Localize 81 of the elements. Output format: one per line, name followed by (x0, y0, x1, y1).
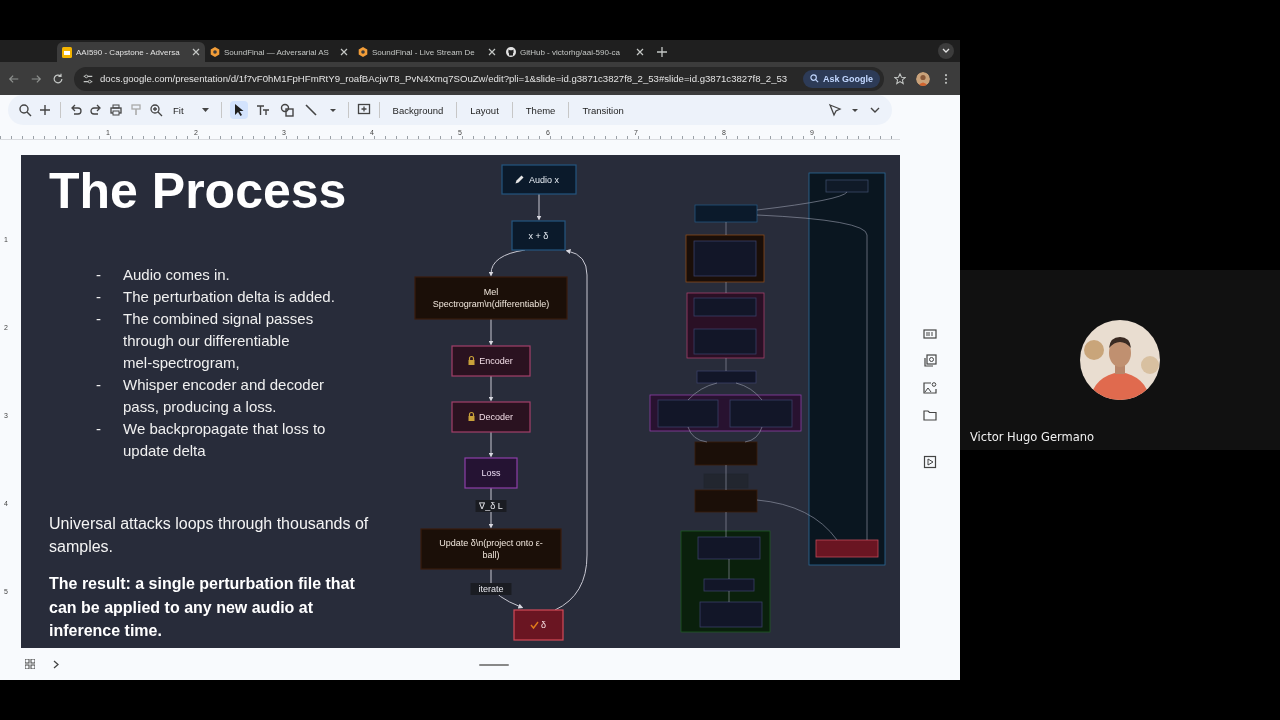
pencil-icon (515, 175, 524, 184)
plus-icon[interactable] (38, 103, 52, 117)
browser-tab[interactable]: SoundFinal - Live Stream De (353, 42, 501, 62)
bullet-dash: - (96, 287, 102, 307)
grid-icon[interactable] (25, 659, 35, 669)
slide-title: The Process (49, 163, 348, 219)
node-label: Audio x (529, 174, 559, 185)
ask-google-button[interactable]: Ask Google (803, 69, 880, 88)
bullet-text: The perturbation delta is added. (123, 287, 336, 307)
play-icon[interactable] (923, 455, 937, 469)
toolbar-menu-item[interactable]: Layout (465, 102, 504, 118)
browser-tab[interactable]: GitHub - victorhg/aai-590-ca (501, 42, 649, 62)
image-icon[interactable] (923, 381, 937, 395)
shapes-icon (279, 103, 294, 117)
line-icon (303, 103, 318, 117)
close-icon[interactable] (488, 48, 496, 56)
flowchart-node (513, 609, 564, 641)
hexagon-icon (358, 47, 368, 57)
star-icon[interactable] (894, 72, 906, 85)
browser-tab[interactable]: SoundFinal — Adversarial AS (205, 42, 353, 62)
toolbar-menu-item[interactable]: Theme (520, 102, 561, 118)
connector-arrow (488, 375, 494, 402)
card-icon[interactable] (923, 327, 937, 341)
slide-paragraph: Universal attacks loops through thousands of samples. (49, 514, 370, 557)
text-box-icon (255, 103, 270, 117)
node-label: Loss (481, 468, 501, 478)
node-label: Update δ\n(project onto ε- ball) (439, 538, 543, 560)
back-icon[interactable] (8, 72, 20, 85)
node-label: x + δ (528, 230, 549, 241)
hexagon-icon (210, 47, 220, 57)
forward-icon[interactable] (30, 72, 42, 85)
bullet-dash: - (96, 309, 102, 329)
node-label: Encoder (479, 356, 513, 366)
toolbar-menu-item[interactable]: Transition (577, 102, 629, 118)
slides-icon (62, 46, 72, 58)
comment-add-icon[interactable] (356, 103, 371, 117)
node-label: δ (541, 620, 546, 630)
connector-arrow (488, 431, 494, 458)
folder-icon[interactable] (923, 408, 937, 422)
search-icon (810, 74, 819, 83)
browser-tab[interactable]: AAI590 - Capstone - Adversa (57, 42, 205, 62)
site-info-icon[interactable] (82, 72, 94, 85)
flowchart-node (511, 220, 566, 251)
bullet-dash: - (96, 419, 102, 439)
bullet-text: We backpropagate that loss to update delta (123, 419, 327, 461)
participant-name: Victor Hugo Germano (970, 430, 1095, 444)
zoom-dropdown[interactable]: Fit (169, 102, 213, 118)
close-icon[interactable] (636, 48, 644, 56)
bullet-text: Audio comes in. (123, 265, 231, 285)
toolbar-menu-item[interactable]: Background (387, 102, 449, 118)
bullet-dash: - (96, 265, 102, 285)
edge-label: ∇_δ L (475, 500, 507, 512)
edge-label: iterate (470, 583, 512, 595)
connector-arrow (536, 193, 542, 221)
redo-icon[interactable] (89, 103, 103, 117)
bullet-text: Whisper encoder and decoder pass, producing a loss. (123, 375, 325, 417)
connector-arrow (488, 318, 494, 346)
lock-icon (468, 355, 475, 365)
reload-icon[interactable] (52, 72, 64, 85)
url-text[interactable]: docs.google.com/presentation/d/1f7vF0hM1FpHFmRtY9_roafBAcjwT8_PvN4Xmq7SOuZw/edit?pli=1&slide=id.g3871c3827f8_2_53#slide=id.g3871c3827f8_2_53 (100, 73, 797, 84)
chevron-icon[interactable] (53, 659, 59, 669)
close-icon[interactable] (340, 48, 348, 56)
flowchart-node (464, 457, 518, 489)
caret-icon (201, 107, 209, 113)
zoom-icon[interactable] (149, 103, 163, 117)
result-text: The result: a single perturbation file that can be applied to any new audio at inference time. (49, 574, 356, 641)
node-label: Decoder (479, 412, 513, 422)
bullet-dash: - (96, 375, 102, 395)
tab-menu-button[interactable] (938, 43, 954, 59)
undo-icon[interactable] (69, 103, 83, 117)
select-tool-button[interactable] (229, 101, 248, 119)
lock-icon (468, 411, 475, 421)
node-label: Mel Spectrogram\n(differentiable) (432, 287, 550, 309)
check-icon (530, 621, 539, 630)
pen-icon[interactable] (828, 103, 842, 117)
cat-icon (506, 47, 516, 57)
layers-icon[interactable] (923, 354, 937, 368)
search-icon[interactable] (18, 103, 32, 117)
close-icon[interactable] (192, 48, 200, 56)
print-icon[interactable] (109, 103, 123, 117)
chevron-icon (942, 48, 950, 54)
